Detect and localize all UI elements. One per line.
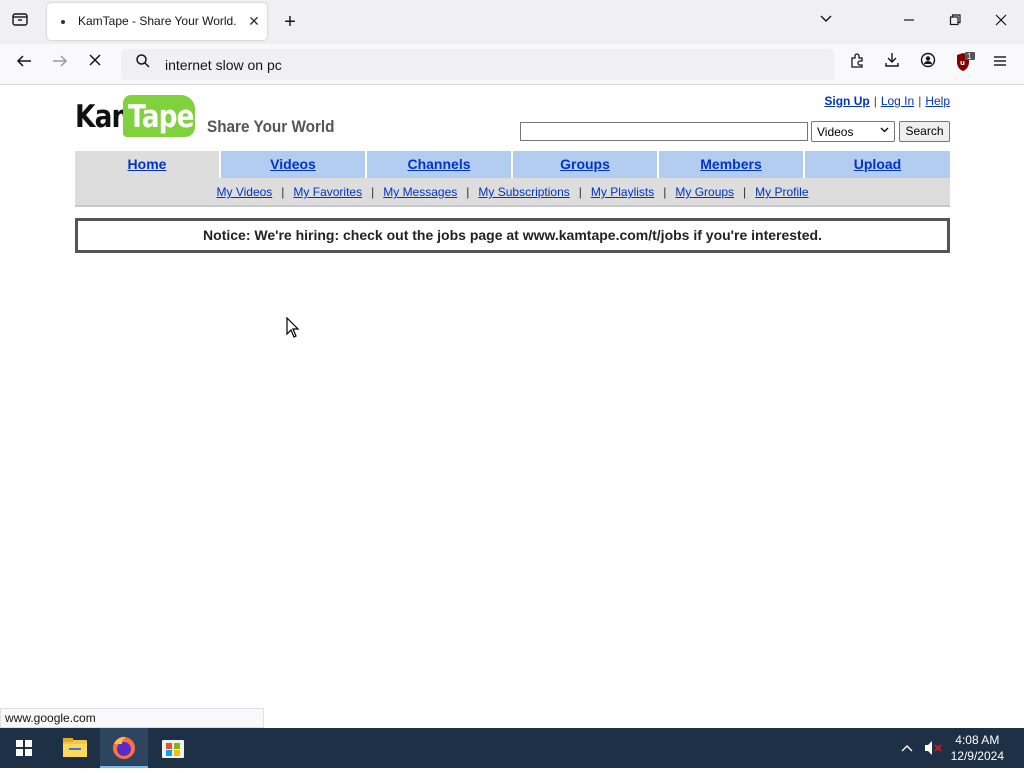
browser-tab-active[interactable]: KamTape - Share Your World. ✕	[47, 3, 267, 40]
clock-time: 4:08 AM	[955, 733, 1000, 747]
clock-date: 12/9/2024	[950, 749, 1004, 763]
sub-nav-my-playlists[interactable]: My Playlists	[591, 185, 654, 199]
extensions-icon[interactable]	[845, 52, 869, 76]
search-input[interactable]	[520, 122, 808, 141]
tab-title: KamTape - Share Your World.	[78, 14, 237, 28]
tab-label: Videos	[270, 156, 316, 172]
search-category-value: Videos	[817, 125, 854, 139]
log-in-link[interactable]: Log In	[881, 94, 914, 108]
notice-banner: Notice: We're hiring: check out the jobs…	[75, 218, 950, 253]
tab-label: Home	[127, 156, 167, 172]
tab-label: Groups	[560, 156, 610, 172]
separator: |	[281, 185, 285, 199]
svg-text:u: u	[960, 59, 965, 67]
tab-channels[interactable]: Channels	[367, 151, 511, 178]
site-tagline: Share Your World	[207, 117, 335, 136]
back-arrow-icon[interactable]	[12, 52, 36, 76]
new-tab-button[interactable]: +	[278, 10, 302, 34]
tab-label: Members	[700, 156, 762, 172]
extension-badge-count: 1	[967, 52, 972, 61]
microsoft-store-icon[interactable]	[149, 728, 197, 768]
separator: |	[578, 185, 582, 199]
sub-nav-my-favorites[interactable]: My Favorites	[293, 185, 362, 199]
tab-videos[interactable]: Videos	[221, 151, 365, 178]
menu-icon[interactable]	[988, 52, 1012, 76]
minimize-icon[interactable]	[897, 10, 921, 34]
tab-label: Channels	[407, 156, 471, 172]
separator: |	[466, 185, 470, 199]
sub-nav-my-messages[interactable]: My Messages	[383, 185, 457, 199]
separator: |	[663, 185, 667, 199]
search-category-select[interactable]: Videos	[811, 121, 895, 142]
sub-nav: My Videos | My Favorites | My Messages | My Su…	[75, 178, 950, 207]
sub-nav-my-videos[interactable]: My Videos	[216, 185, 272, 199]
chevron-down-icon	[880, 125, 889, 136]
stop-loading-icon[interactable]	[83, 52, 107, 76]
tab-loading-icon	[61, 20, 65, 24]
separator: |	[371, 185, 375, 199]
browser-nav-bar: internet slow on pc u 1	[0, 44, 1024, 85]
mouse-cursor-icon	[286, 316, 300, 344]
sub-nav-my-profile[interactable]: My Profile	[755, 185, 808, 199]
taskbar-clock[interactable]: 4:08 AM 12/9/2024	[951, 732, 1004, 764]
sign-up-link[interactable]: Sign Up	[824, 94, 869, 108]
tab-close-icon[interactable]: ✕	[244, 11, 264, 31]
tab-groups[interactable]: Groups	[513, 151, 657, 178]
separator: |	[918, 94, 922, 108]
separator: |	[873, 94, 877, 108]
web-page: Kam Tape Share Your World Sign Up | Log In…	[0, 85, 1024, 728]
sub-nav-my-groups[interactable]: My Groups	[675, 185, 734, 199]
url-bar[interactable]: internet slow on pc	[121, 49, 834, 80]
logo-tape-text: Tape	[128, 99, 195, 135]
restore-icon[interactable]	[943, 10, 967, 34]
url-text[interactable]: internet slow on pc	[165, 57, 282, 73]
account-icon[interactable]	[916, 52, 940, 76]
tab-home[interactable]: Home	[75, 151, 219, 178]
tab-overview-icon[interactable]	[8, 10, 32, 34]
forward-arrow-icon[interactable]	[48, 52, 72, 76]
status-bar-url: www.google.com	[0, 708, 264, 728]
search-button[interactable]: Search	[899, 121, 950, 142]
main-nav-tabs: Home Videos Channels Groups Members Uplo…	[75, 151, 950, 178]
sub-nav-my-subscriptions[interactable]: My Subscriptions	[478, 185, 569, 199]
top-links: Sign Up | Log In | Help	[824, 94, 950, 108]
downloads-icon[interactable]	[880, 52, 904, 76]
close-window-icon[interactable]	[989, 10, 1013, 34]
browser-tab-bar: KamTape - Share Your World. ✕ +	[0, 0, 1024, 44]
help-link[interactable]: Help	[925, 94, 950, 108]
kamtape-logo[interactable]: Kam Tape	[75, 95, 195, 139]
start-windows-icon[interactable]	[0, 728, 48, 768]
tab-label: Upload	[853, 156, 902, 172]
firefox-icon[interactable]	[100, 728, 148, 768]
show-hidden-icons-chevron-icon[interactable]	[893, 728, 921, 768]
list-all-tabs-icon[interactable]	[814, 10, 838, 34]
file-explorer-icon[interactable]	[51, 728, 99, 768]
separator: |	[743, 185, 747, 199]
ublock-shield-icon[interactable]: u 1	[952, 52, 976, 76]
tab-upload[interactable]: Upload	[805, 151, 950, 178]
search-icon	[131, 53, 155, 77]
windows-taskbar: 4:08 AM 12/9/2024	[0, 728, 1024, 768]
tab-members[interactable]: Members	[659, 151, 803, 178]
volume-muted-icon[interactable]	[921, 728, 945, 768]
